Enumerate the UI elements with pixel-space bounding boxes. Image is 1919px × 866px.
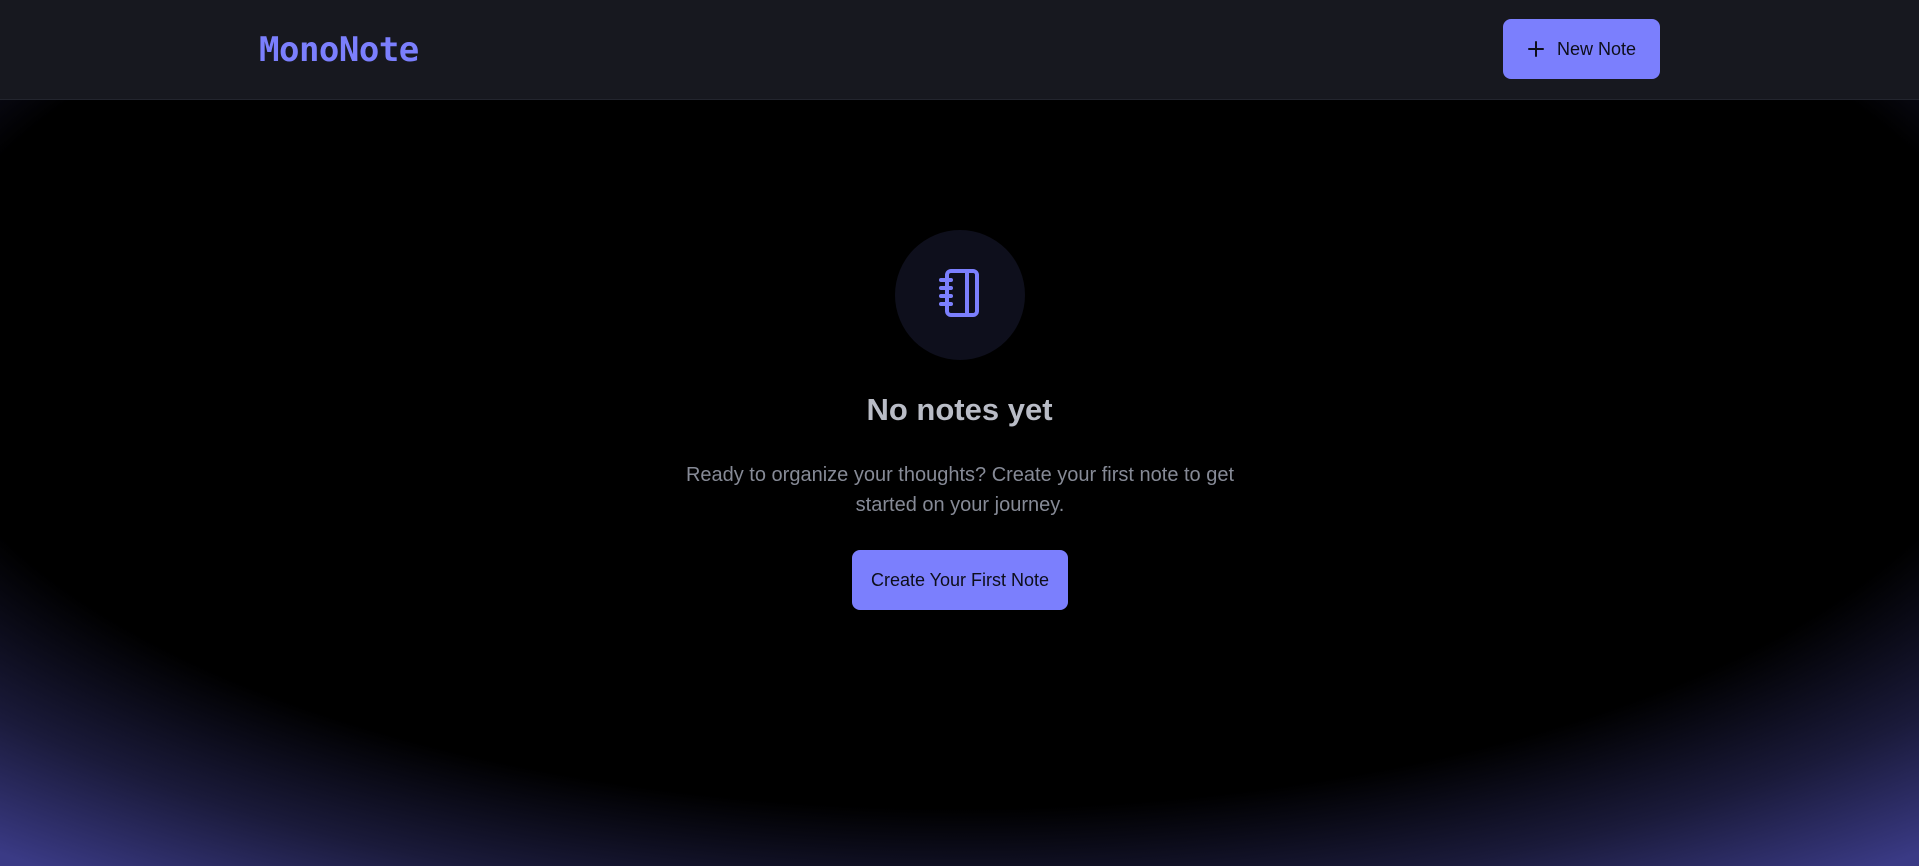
app-logo[interactable]: MonoNote	[259, 28, 419, 72]
new-note-button[interactable]: New Note	[1503, 19, 1660, 79]
notebook-icon	[936, 267, 984, 324]
plus-icon	[1527, 40, 1545, 58]
empty-state-icon-circle	[895, 230, 1025, 360]
empty-state-title: No notes yet	[866, 392, 1053, 427]
create-first-note-button[interactable]: Create Your First Note	[852, 550, 1068, 610]
app-header: MonoNote New Note	[0, 0, 1919, 100]
new-note-label: New Note	[1556, 38, 1637, 59]
empty-state-description: Ready to organize your thoughts? Create …	[685, 464, 1235, 516]
